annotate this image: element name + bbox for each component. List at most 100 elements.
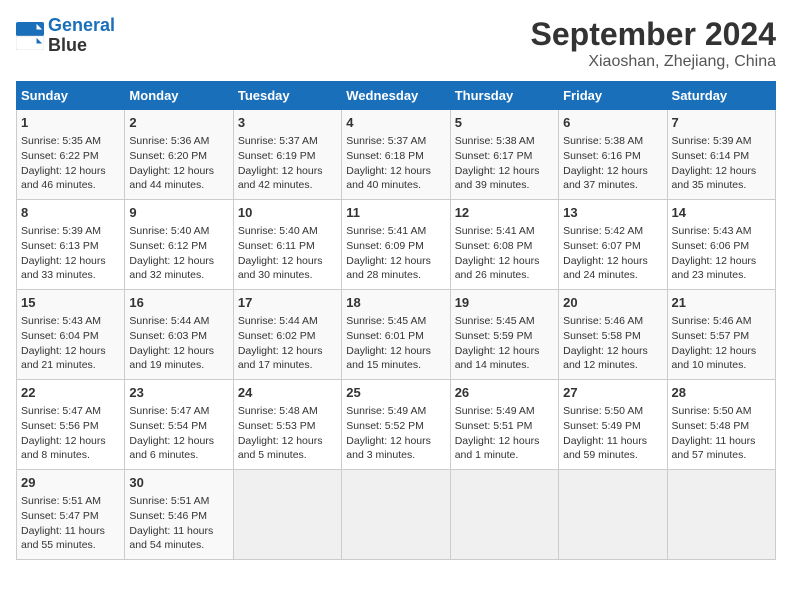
calendar-cell: 20Sunrise: 5:46 AMSunset: 5:58 PMDayligh… [559,290,667,380]
day-info: Sunset: 6:07 PM [563,239,662,254]
col-tuesday: Tuesday [233,82,341,110]
day-info: Daylight: 12 hours and 8 minutes. [21,434,120,463]
day-info: Sunrise: 5:49 AM [346,404,445,419]
calendar-cell: 27Sunrise: 5:50 AMSunset: 5:49 PMDayligh… [559,380,667,470]
calendar-cell: 24Sunrise: 5:48 AMSunset: 5:53 PMDayligh… [233,380,341,470]
weekday-header-row: Sunday Monday Tuesday Wednesday Thursday… [17,82,776,110]
calendar-cell: 23Sunrise: 5:47 AMSunset: 5:54 PMDayligh… [125,380,233,470]
day-info: Sunset: 5:57 PM [672,329,771,344]
day-info: Sunset: 6:12 PM [129,239,228,254]
day-number: 20 [563,294,662,312]
day-info: Sunset: 5:53 PM [238,419,337,434]
day-info: Daylight: 12 hours and 35 minutes. [672,164,771,193]
day-number: 26 [455,384,554,402]
calendar-cell: 21Sunrise: 5:46 AMSunset: 5:57 PMDayligh… [667,290,775,380]
day-info: Sunrise: 5:46 AM [672,314,771,329]
calendar-row: 1Sunrise: 5:35 AMSunset: 6:22 PMDaylight… [17,110,776,200]
day-info: Sunset: 6:06 PM [672,239,771,254]
calendar-cell: 30Sunrise: 5:51 AMSunset: 5:46 PMDayligh… [125,470,233,560]
calendar-cell: 3Sunrise: 5:37 AMSunset: 6:19 PMDaylight… [233,110,341,200]
calendar-cell [233,470,341,560]
day-number: 7 [672,114,771,132]
calendar-cell: 12Sunrise: 5:41 AMSunset: 6:08 PMDayligh… [450,200,558,290]
day-info: Sunrise: 5:43 AM [672,224,771,239]
day-number: 28 [672,384,771,402]
calendar-row: 22Sunrise: 5:47 AMSunset: 5:56 PMDayligh… [17,380,776,470]
calendar-row: 29Sunrise: 5:51 AMSunset: 5:47 PMDayligh… [17,470,776,560]
calendar-cell: 18Sunrise: 5:45 AMSunset: 6:01 PMDayligh… [342,290,450,380]
day-info: Daylight: 12 hours and 23 minutes. [672,254,771,283]
calendar-cell: 8Sunrise: 5:39 AMSunset: 6:13 PMDaylight… [17,200,125,290]
day-number: 8 [21,204,120,222]
day-info: Daylight: 12 hours and 24 minutes. [563,254,662,283]
page-header: General Blue September 2024 Xiaoshan, Zh… [16,16,776,71]
day-info: Sunrise: 5:43 AM [21,314,120,329]
day-info: Sunset: 6:04 PM [21,329,120,344]
calendar-body: 1Sunrise: 5:35 AMSunset: 6:22 PMDaylight… [17,110,776,560]
day-info: Sunset: 6:01 PM [346,329,445,344]
day-number: 30 [129,474,228,492]
day-info: Sunset: 6:22 PM [21,149,120,164]
col-saturday: Saturday [667,82,775,110]
day-info: Sunrise: 5:36 AM [129,134,228,149]
day-number: 17 [238,294,337,312]
day-number: 6 [563,114,662,132]
day-number: 2 [129,114,228,132]
day-info: Sunset: 6:20 PM [129,149,228,164]
day-info: Sunrise: 5:44 AM [238,314,337,329]
calendar-cell: 19Sunrise: 5:45 AMSunset: 5:59 PMDayligh… [450,290,558,380]
day-number: 25 [346,384,445,402]
day-info: Sunset: 5:52 PM [346,419,445,434]
calendar-cell: 26Sunrise: 5:49 AMSunset: 5:51 PMDayligh… [450,380,558,470]
day-info: Daylight: 12 hours and 26 minutes. [455,254,554,283]
day-info: Sunrise: 5:45 AM [346,314,445,329]
calendar-cell: 4Sunrise: 5:37 AMSunset: 6:18 PMDaylight… [342,110,450,200]
calendar-cell: 7Sunrise: 5:39 AMSunset: 6:14 PMDaylight… [667,110,775,200]
day-number: 1 [21,114,120,132]
day-info: Sunset: 6:14 PM [672,149,771,164]
day-number: 27 [563,384,662,402]
day-info: Daylight: 11 hours and 57 minutes. [672,434,771,463]
calendar-cell: 17Sunrise: 5:44 AMSunset: 6:02 PMDayligh… [233,290,341,380]
day-info: Daylight: 12 hours and 32 minutes. [129,254,228,283]
day-info: Daylight: 12 hours and 10 minutes. [672,344,771,373]
col-sunday: Sunday [17,82,125,110]
calendar-cell [450,470,558,560]
day-info: Sunrise: 5:47 AM [21,404,120,419]
calendar-cell: 22Sunrise: 5:47 AMSunset: 5:56 PMDayligh… [17,380,125,470]
day-number: 19 [455,294,554,312]
day-info: Sunrise: 5:40 AM [238,224,337,239]
day-info: Daylight: 12 hours and 33 minutes. [21,254,120,283]
day-info: Daylight: 12 hours and 17 minutes. [238,344,337,373]
month-title: September 2024 [531,16,776,53]
day-info: Daylight: 12 hours and 5 minutes. [238,434,337,463]
calendar-cell: 13Sunrise: 5:42 AMSunset: 6:07 PMDayligh… [559,200,667,290]
day-number: 9 [129,204,228,222]
day-info: Sunset: 6:19 PM [238,149,337,164]
col-monday: Monday [125,82,233,110]
day-info: Sunset: 5:49 PM [563,419,662,434]
day-info: Sunrise: 5:38 AM [455,134,554,149]
day-number: 10 [238,204,337,222]
day-number: 14 [672,204,771,222]
logo: General Blue [16,16,115,56]
calendar-cell: 2Sunrise: 5:36 AMSunset: 6:20 PMDaylight… [125,110,233,200]
logo-icon [16,22,44,50]
calendar-cell: 9Sunrise: 5:40 AMSunset: 6:12 PMDaylight… [125,200,233,290]
calendar-row: 8Sunrise: 5:39 AMSunset: 6:13 PMDaylight… [17,200,776,290]
day-number: 24 [238,384,337,402]
col-friday: Friday [559,82,667,110]
day-info: Sunset: 6:09 PM [346,239,445,254]
day-info: Sunrise: 5:51 AM [21,494,120,509]
col-wednesday: Wednesday [342,82,450,110]
day-info: Daylight: 11 hours and 55 minutes. [21,524,120,553]
day-number: 23 [129,384,228,402]
day-info: Daylight: 11 hours and 59 minutes. [563,434,662,463]
day-info: Daylight: 12 hours and 21 minutes. [21,344,120,373]
day-number: 15 [21,294,120,312]
title-area: September 2024 Xiaoshan, Zhejiang, China [531,16,776,71]
day-info: Sunset: 6:16 PM [563,149,662,164]
day-info: Sunset: 6:03 PM [129,329,228,344]
day-info: Sunset: 6:17 PM [455,149,554,164]
day-info: Sunset: 6:11 PM [238,239,337,254]
